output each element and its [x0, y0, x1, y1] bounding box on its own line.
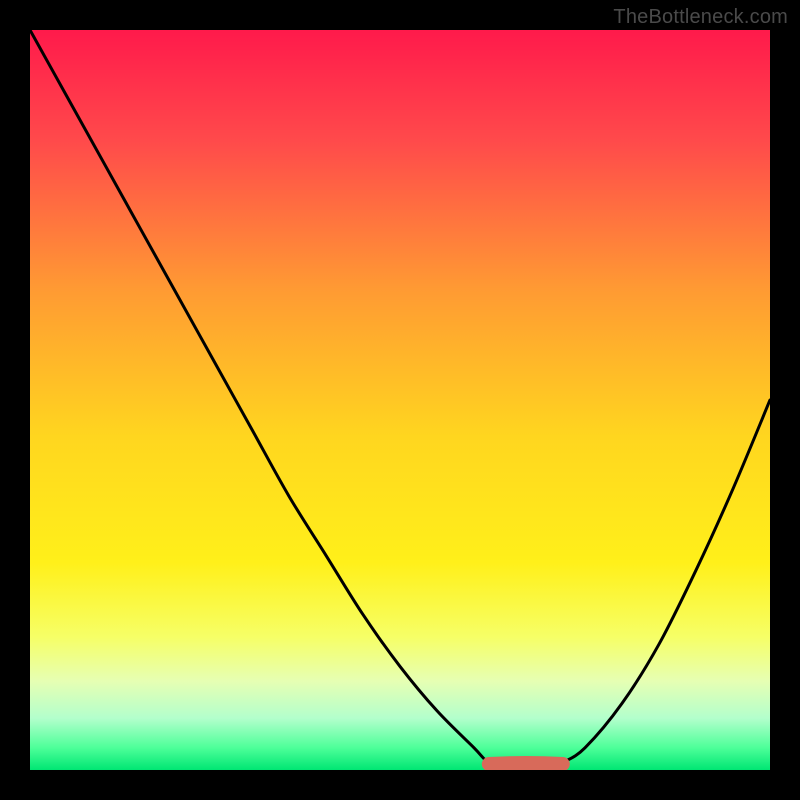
chart-plot-area: [30, 30, 770, 770]
chart-frame: TheBottleneck.com: [0, 0, 800, 800]
watermark-text: TheBottleneck.com: [613, 6, 788, 29]
chart-svg: [30, 30, 770, 770]
gradient-background: [30, 30, 770, 770]
optimal-band: [489, 763, 563, 764]
